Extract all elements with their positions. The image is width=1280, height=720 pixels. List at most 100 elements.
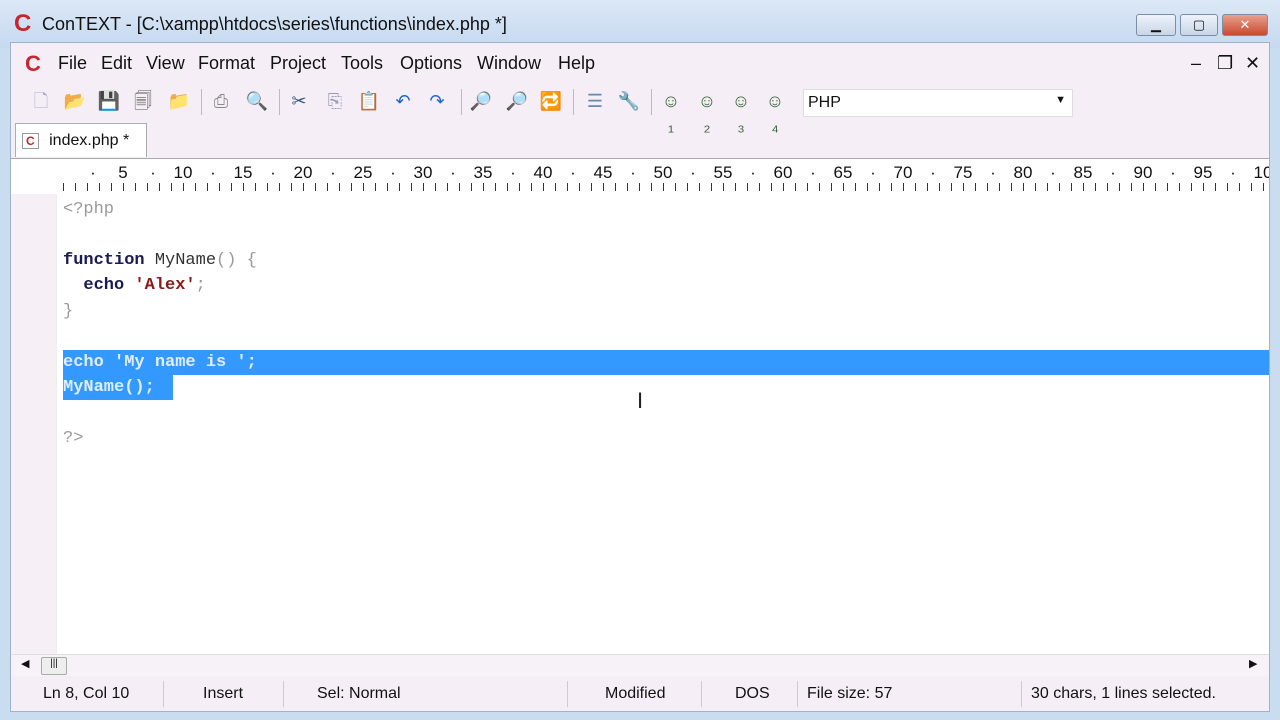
separator [461,89,462,115]
replace-icon[interactable]: 🔁 [539,89,563,113]
ruler-number: 35 [473,163,493,182]
separator [651,89,652,115]
tools-icon[interactable]: 🔧 [617,89,641,113]
status-modified: Modified [605,685,666,702]
code-line-1: <?php [63,200,115,219]
code-line-8-selected: MyName(); [63,375,173,400]
ruler-dot: · [210,163,216,182]
ruler-number: 60 [773,163,793,182]
redo-icon[interactable]: ↷ [425,89,449,113]
save-all-icon[interactable]: 🗐 [131,89,155,113]
user-command-4-icon[interactable]: ☺₄ [763,89,787,135]
status-file-size: File size: 57 [807,685,893,702]
code-line-4: echo 'Alex'; [63,276,206,295]
menu-help[interactable]: Help [558,53,595,74]
horizontal-scrollbar[interactable]: ◀ ||| ▶ [11,654,1269,676]
status-position: Ln 8, Col 10 [43,685,130,702]
menu-tools[interactable]: Tools [341,53,383,74]
undo-icon[interactable]: ↶ [391,89,415,113]
file-list-icon[interactable]: ☰ [583,89,607,113]
ruler-dot: · [1050,163,1056,182]
save-icon[interactable]: 💾 [97,89,121,113]
ruler-ticks [63,183,1269,191]
window-title: ConTEXT - [C:\xampp\htdocs\series\functi… [42,14,507,34]
status-bar: Ln 8, Col 10 Insert Sel: Normal Modified… [11,679,1269,709]
ruler-dot: · [510,163,516,182]
close-button[interactable]: ✕ [1222,14,1268,36]
status-selection-mode: Sel: Normal [317,685,401,702]
copy-icon[interactable]: ⎘ [323,89,347,113]
menu-file[interactable]: File [58,53,87,74]
ruler-dot: · [1230,163,1236,182]
doc-minimize-button[interactable]: – [1191,53,1201,74]
code-line-7-selected: echo 'My name is '; [63,350,1269,375]
scroll-right-icon[interactable]: ▶ [1249,657,1257,670]
scroll-left-icon[interactable]: ◀ [21,657,29,670]
scroll-thumb[interactable]: ||| [41,657,67,675]
cut-icon[interactable]: ✂ [287,89,311,113]
ruler-dot: · [450,163,456,182]
ruler-dot: · [570,163,576,182]
menu-options[interactable]: Options [400,53,462,74]
ruler-number: 30 [413,163,433,182]
doc-logo-icon: C [25,51,41,76]
find-icon[interactable]: 🔎 [469,89,493,113]
menu-edit[interactable]: Edit [101,53,132,74]
code-editor[interactable]: <?php function MyName() { echo 'Alex'; }… [11,194,1269,654]
ruler-dot: · [390,163,396,182]
code-line-3: function MyName() { [63,251,257,270]
menu-project[interactable]: Project [270,53,326,74]
ruler-dot: · [690,163,696,182]
open-folder-icon[interactable]: 📁 [167,89,191,113]
status-selection-info: 30 chars, 1 lines selected. [1031,685,1216,702]
menu-format[interactable]: Format [198,53,255,74]
ruler-dot: · [810,163,816,182]
ruler-number: 10 [173,163,193,182]
language-select[interactable]: PHP ▼ [803,89,1073,117]
doc-restore-button[interactable]: ❐ [1217,53,1233,74]
status-line-endings: DOS [735,685,770,702]
ruler-dot: · [270,163,276,182]
ruler-dot: · [990,163,996,182]
ruler-dot: · [750,163,756,182]
ruler-number: 10 [1253,163,1269,182]
ruler-dot: · [330,163,336,182]
app-logo-icon: C [14,10,32,37]
minimize-button[interactable]: ▁ [1136,14,1176,36]
print-preview-icon[interactable]: 🔍 [245,89,269,113]
language-value: PHP [808,94,841,111]
ruler-number: 5 [118,163,128,182]
gutter [11,194,57,654]
tab-index-php[interactable]: C index.php * [15,123,147,157]
menu-window[interactable]: Window [477,53,541,74]
ruler-number: 40 [533,163,553,182]
paste-icon[interactable]: 📋 [357,89,381,113]
doc-close-button[interactable]: ✕ [1245,53,1260,74]
ruler: 5 · 10 · 15 · 20 · 25 · 30 · 35 · 40 · 45 · 50 · 55 · 60 · 65 · 70… [11,158,1269,194]
find-next-icon[interactable]: 🔎 [505,89,529,113]
maximize-button[interactable]: ▢ [1180,14,1218,36]
ruler-dot: · [870,163,876,182]
ruler-number: 95 [1193,163,1213,182]
php-file-icon: C [22,133,39,149]
ruler-dot: · [1170,163,1176,182]
open-file-icon[interactable]: 📂 [63,89,87,113]
code-line-10: ?> [63,429,84,448]
ruler-number: 80 [1013,163,1033,182]
new-file-icon[interactable]: 🗋 [29,89,53,113]
ruler-number: 75 [953,163,973,182]
user-command-1-icon[interactable]: ☺₁ [659,89,683,135]
menu-view[interactable]: View [146,53,185,74]
separator [201,89,202,115]
ruler-number: 55 [713,163,733,182]
separator [279,89,280,115]
separator [573,89,574,115]
chevron-down-icon: ▼ [1055,94,1066,106]
user-command-3-icon[interactable]: ☺₃ [729,89,753,135]
ruler-dot: · [630,163,636,182]
user-command-2-icon[interactable]: ☺₂ [695,89,719,135]
print-icon[interactable]: ⎙ [209,89,233,113]
code-line-5: } [63,302,74,321]
app-window: C File Edit View Format Project Tools Op… [10,42,1270,712]
ruler-dot: · [90,163,96,182]
